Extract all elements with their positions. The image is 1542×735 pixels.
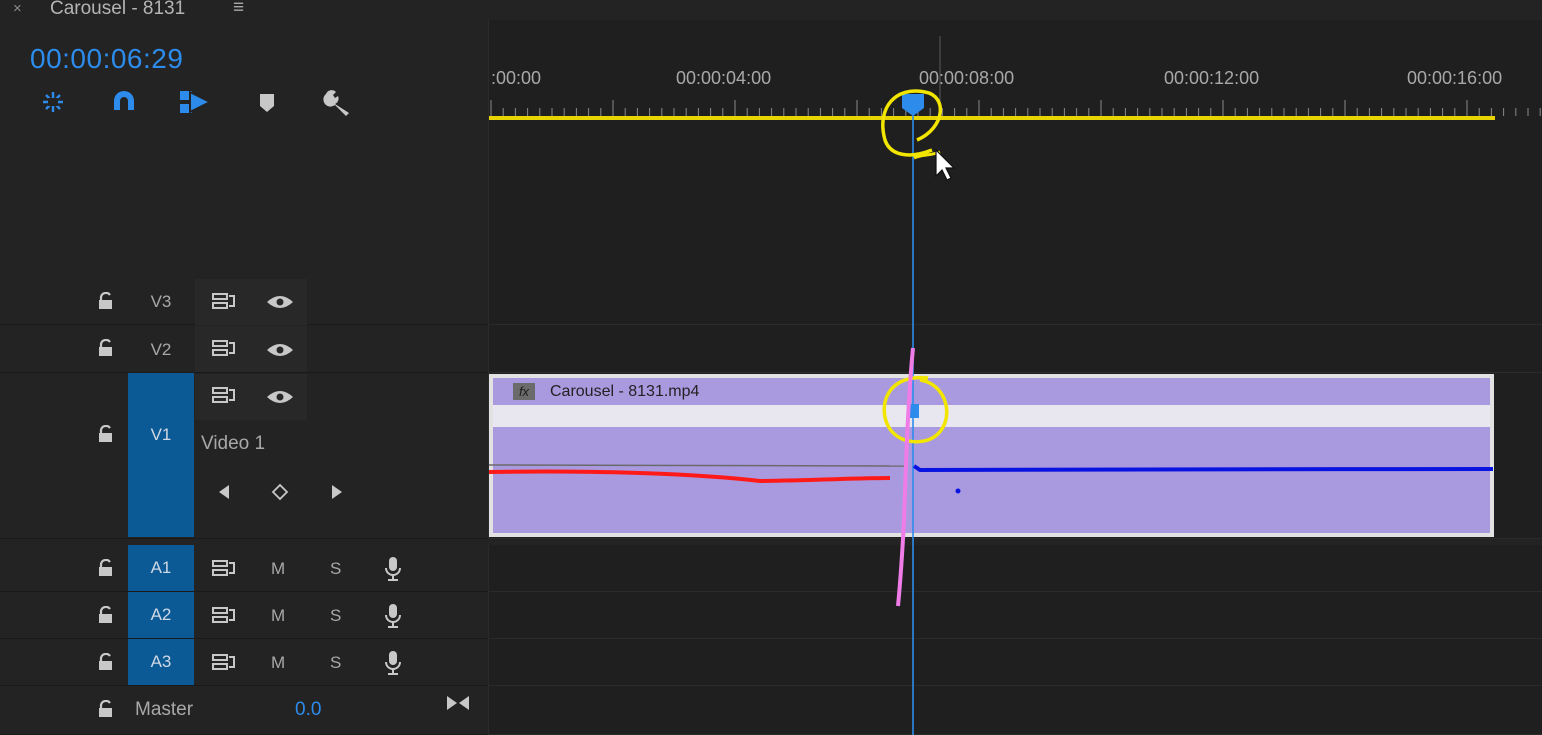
ruler-label: 00:00:16:00 (1407, 68, 1503, 88)
linked-selection-icon[interactable] (178, 86, 213, 118)
track-header-a3 (0, 639, 488, 686)
sequence-tab-title[interactable]: Carousel - 8131 (50, 0, 185, 20)
eye-icon[interactable] (265, 294, 295, 310)
lock-icon[interactable] (98, 700, 114, 718)
time-ruler[interactable]: :00:00 00:00:04:00 00:00:08:00 00:00:12:… (488, 20, 1542, 278)
lock-icon[interactable] (98, 292, 114, 310)
microphone-icon[interactable] (384, 603, 402, 629)
track-name-v1[interactable]: Video 1 (201, 433, 265, 455)
eye-icon[interactable] (265, 342, 295, 358)
track-label-a3[interactable]: A3 (128, 639, 194, 685)
wrench-icon[interactable] (320, 86, 354, 118)
microphone-icon[interactable] (384, 650, 402, 676)
sync-lock-icon[interactable] (212, 292, 238, 310)
mute-button[interactable]: M (271, 606, 285, 626)
track-lane-v3[interactable] (488, 278, 1542, 325)
ruler-label: :00:00 (491, 68, 542, 88)
prev-keyframe-icon[interactable] (217, 483, 231, 501)
master-volume-value[interactable]: 0.0 (295, 699, 321, 721)
close-tab-icon[interactable]: × (13, 0, 22, 17)
lock-icon[interactable] (98, 425, 114, 443)
ruler-label: 00:00:08:00 (919, 68, 1015, 88)
next-keyframe-icon[interactable] (330, 483, 344, 501)
track-lane-a1[interactable] (488, 545, 1542, 592)
insert-nest-icon[interactable] (36, 86, 70, 118)
lock-icon[interactable] (98, 559, 114, 577)
track-label-a1[interactable]: A1 (128, 545, 194, 591)
solo-button[interactable]: S (330, 559, 341, 579)
ruler-label: 00:00:04:00 (676, 68, 772, 88)
eye-icon[interactable] (265, 389, 295, 405)
track-lane-master (488, 686, 1542, 735)
work-area-bar[interactable] (489, 116, 1495, 120)
track-header-a1 (0, 545, 488, 592)
go-to-in-out-icon[interactable] (445, 694, 471, 712)
track-header-master (0, 686, 488, 735)
microphone-icon[interactable] (384, 556, 402, 582)
track-lane-a3[interactable] (488, 639, 1542, 686)
master-track-label: Master (135, 699, 194, 720)
ruler-label: 00:00:12:00 (1164, 68, 1260, 88)
snap-icon[interactable] (107, 86, 141, 118)
track-label-v3[interactable]: V3 (128, 292, 194, 314)
track-header-a2 (0, 592, 488, 639)
track-label-a2[interactable]: A2 (128, 592, 194, 638)
solo-button[interactable]: S (330, 653, 341, 673)
add-keyframe-icon[interactable] (271, 483, 289, 501)
track-label-v1[interactable]: V1 (128, 373, 194, 537)
solo-button[interactable]: S (330, 606, 341, 626)
track-lane-v2[interactable] (488, 325, 1542, 373)
sync-lock-icon[interactable] (212, 606, 238, 624)
track-lane-a2[interactable] (488, 592, 1542, 639)
mute-button[interactable]: M (271, 559, 285, 579)
sync-lock-icon[interactable] (212, 559, 238, 577)
sync-lock-icon[interactable] (212, 653, 238, 671)
panel-tab-bar: × Carousel - 8131 ≡ (0, 0, 1542, 20)
sync-lock-icon[interactable] (212, 386, 238, 404)
clip-keyframe-band (493, 405, 1490, 427)
video-clip[interactable]: fx Carousel - 8131.mp4 (489, 374, 1494, 537)
lock-icon[interactable] (98, 606, 114, 624)
panel-menu-icon[interactable]: ≡ (233, 0, 244, 19)
lock-icon[interactable] (98, 653, 114, 671)
add-marker-icon[interactable] (250, 86, 284, 118)
track-label-v2[interactable]: V2 (128, 340, 194, 362)
sync-lock-icon[interactable] (212, 339, 238, 357)
mute-button[interactable]: M (271, 653, 285, 673)
clip-name: Carousel - 8131.mp4 (550, 383, 700, 400)
playhead-timecode[interactable]: 00:00:06:29 (30, 43, 183, 75)
lock-icon[interactable] (98, 339, 114, 357)
fx-badge[interactable]: fx (513, 383, 535, 400)
